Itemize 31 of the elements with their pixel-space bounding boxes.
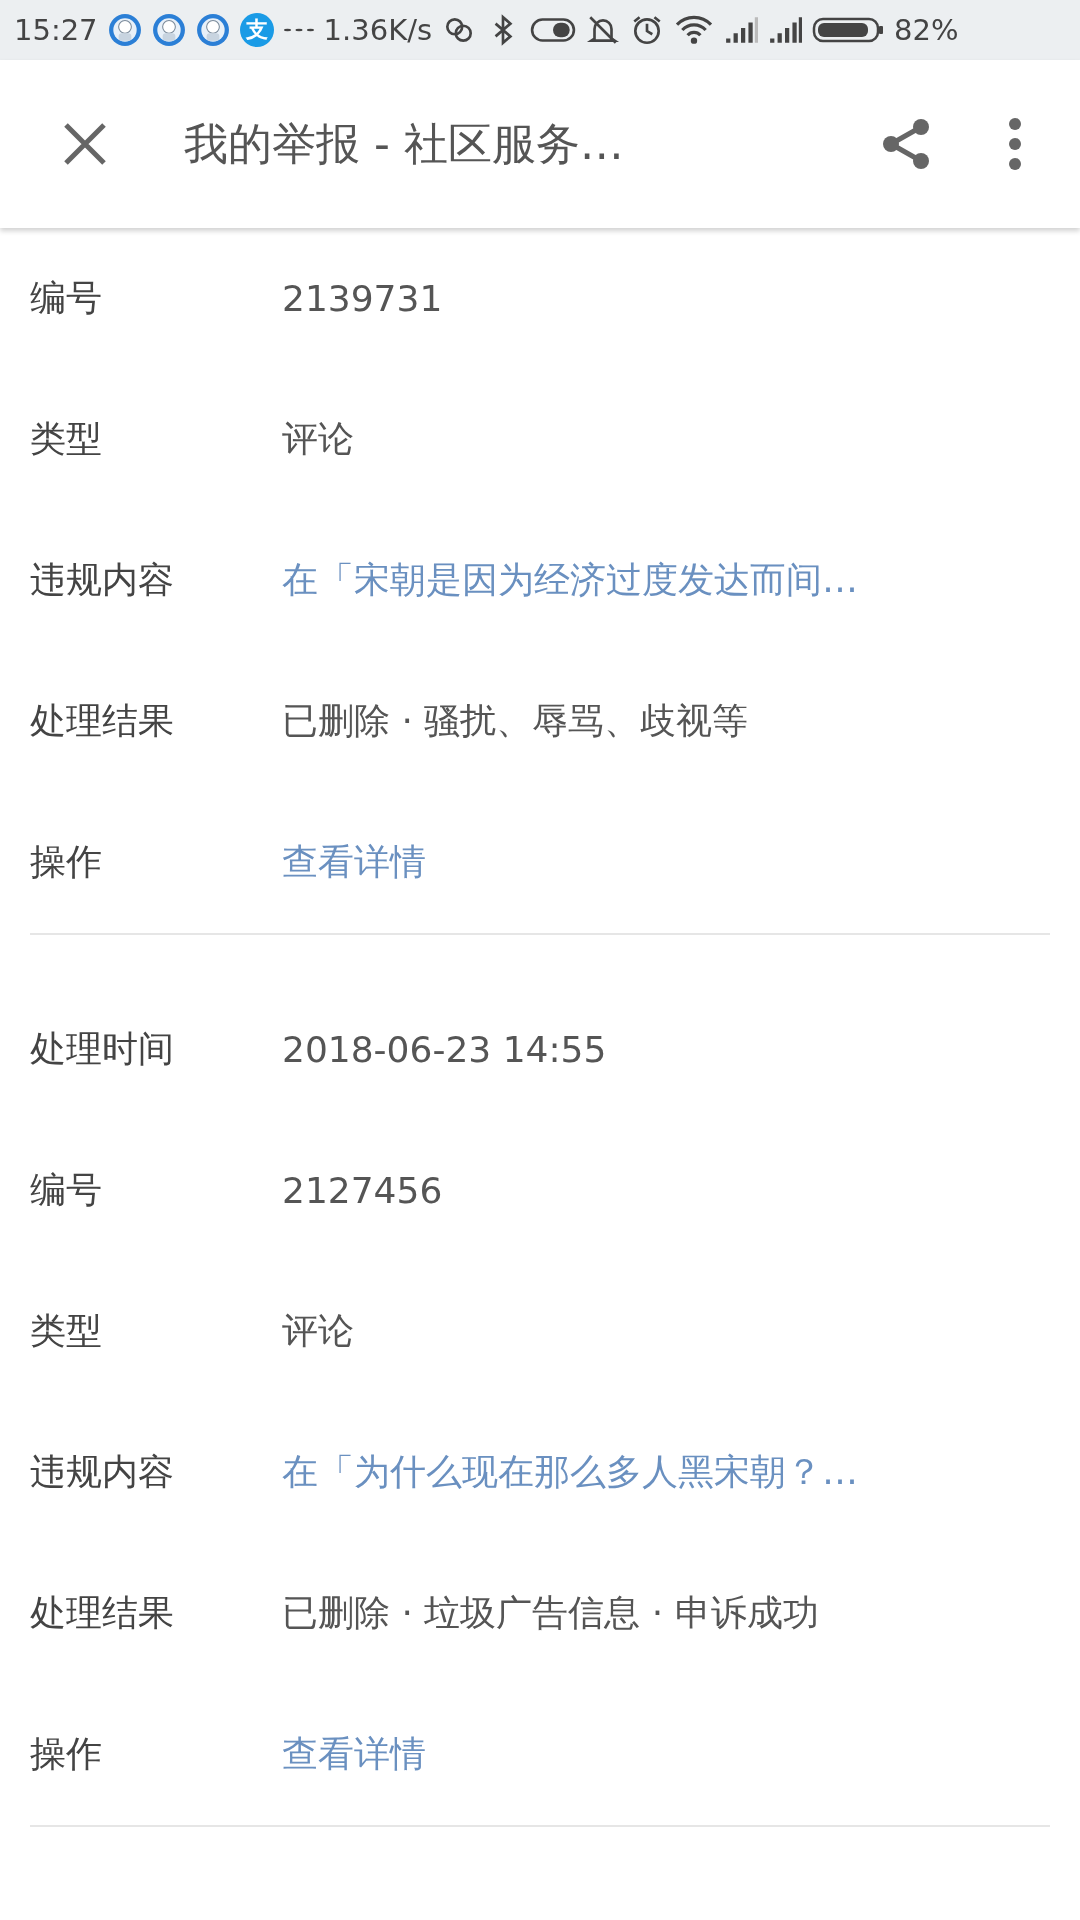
field-label: 处理结果 [30,1591,175,1635]
field-label: 类型 [30,417,103,461]
field-label: 编号 [30,276,103,320]
field-label: 违规内容 [30,1450,175,1494]
field-value: 2018-06-23 14:55 [282,1029,607,1070]
value-link[interactable]: 查看详情 [282,838,426,887]
field-value: 已删除 · 垃圾广告信息 · 申诉成功 [282,1591,819,1635]
field-label: 处理结果 [30,699,175,743]
app-notification-icon [195,13,230,47]
status-time: 15:27 [14,13,98,47]
field-label: 编号 [30,1168,103,1212]
field-label: 处理时间 [30,1027,175,1071]
page-title: 我的举报 - 社区服务… [184,116,625,171]
value-link[interactable]: 查看详情 [282,1730,426,1779]
field-label: 操作 [30,840,103,884]
field-value: 评论 [282,417,354,461]
app-notification-icon [107,13,142,47]
value-link[interactable]: 在「为什么现在那么多人黑宋朝？… [282,1448,858,1497]
app-notification-icon [151,13,186,47]
field-value: 已删除 · 骚扰、辱骂、歧视等 [282,699,749,743]
network-speed: 1.36K/s [323,13,433,47]
field-label: 违规内容 [30,558,175,602]
field-label: 操作 [30,1732,103,1776]
wifi-icon [674,13,715,47]
payment-app-icon: 支 [239,13,274,47]
field-value: 2127456 [282,1170,443,1211]
field-label: 类型 [30,1309,103,1353]
field-value: 2139731 [282,278,443,319]
value-link[interactable]: 在「宋朝是因为经济过度发达而间… [282,556,858,605]
field-value: 评论 [282,1309,354,1353]
battery-percent: 82% [894,13,959,47]
